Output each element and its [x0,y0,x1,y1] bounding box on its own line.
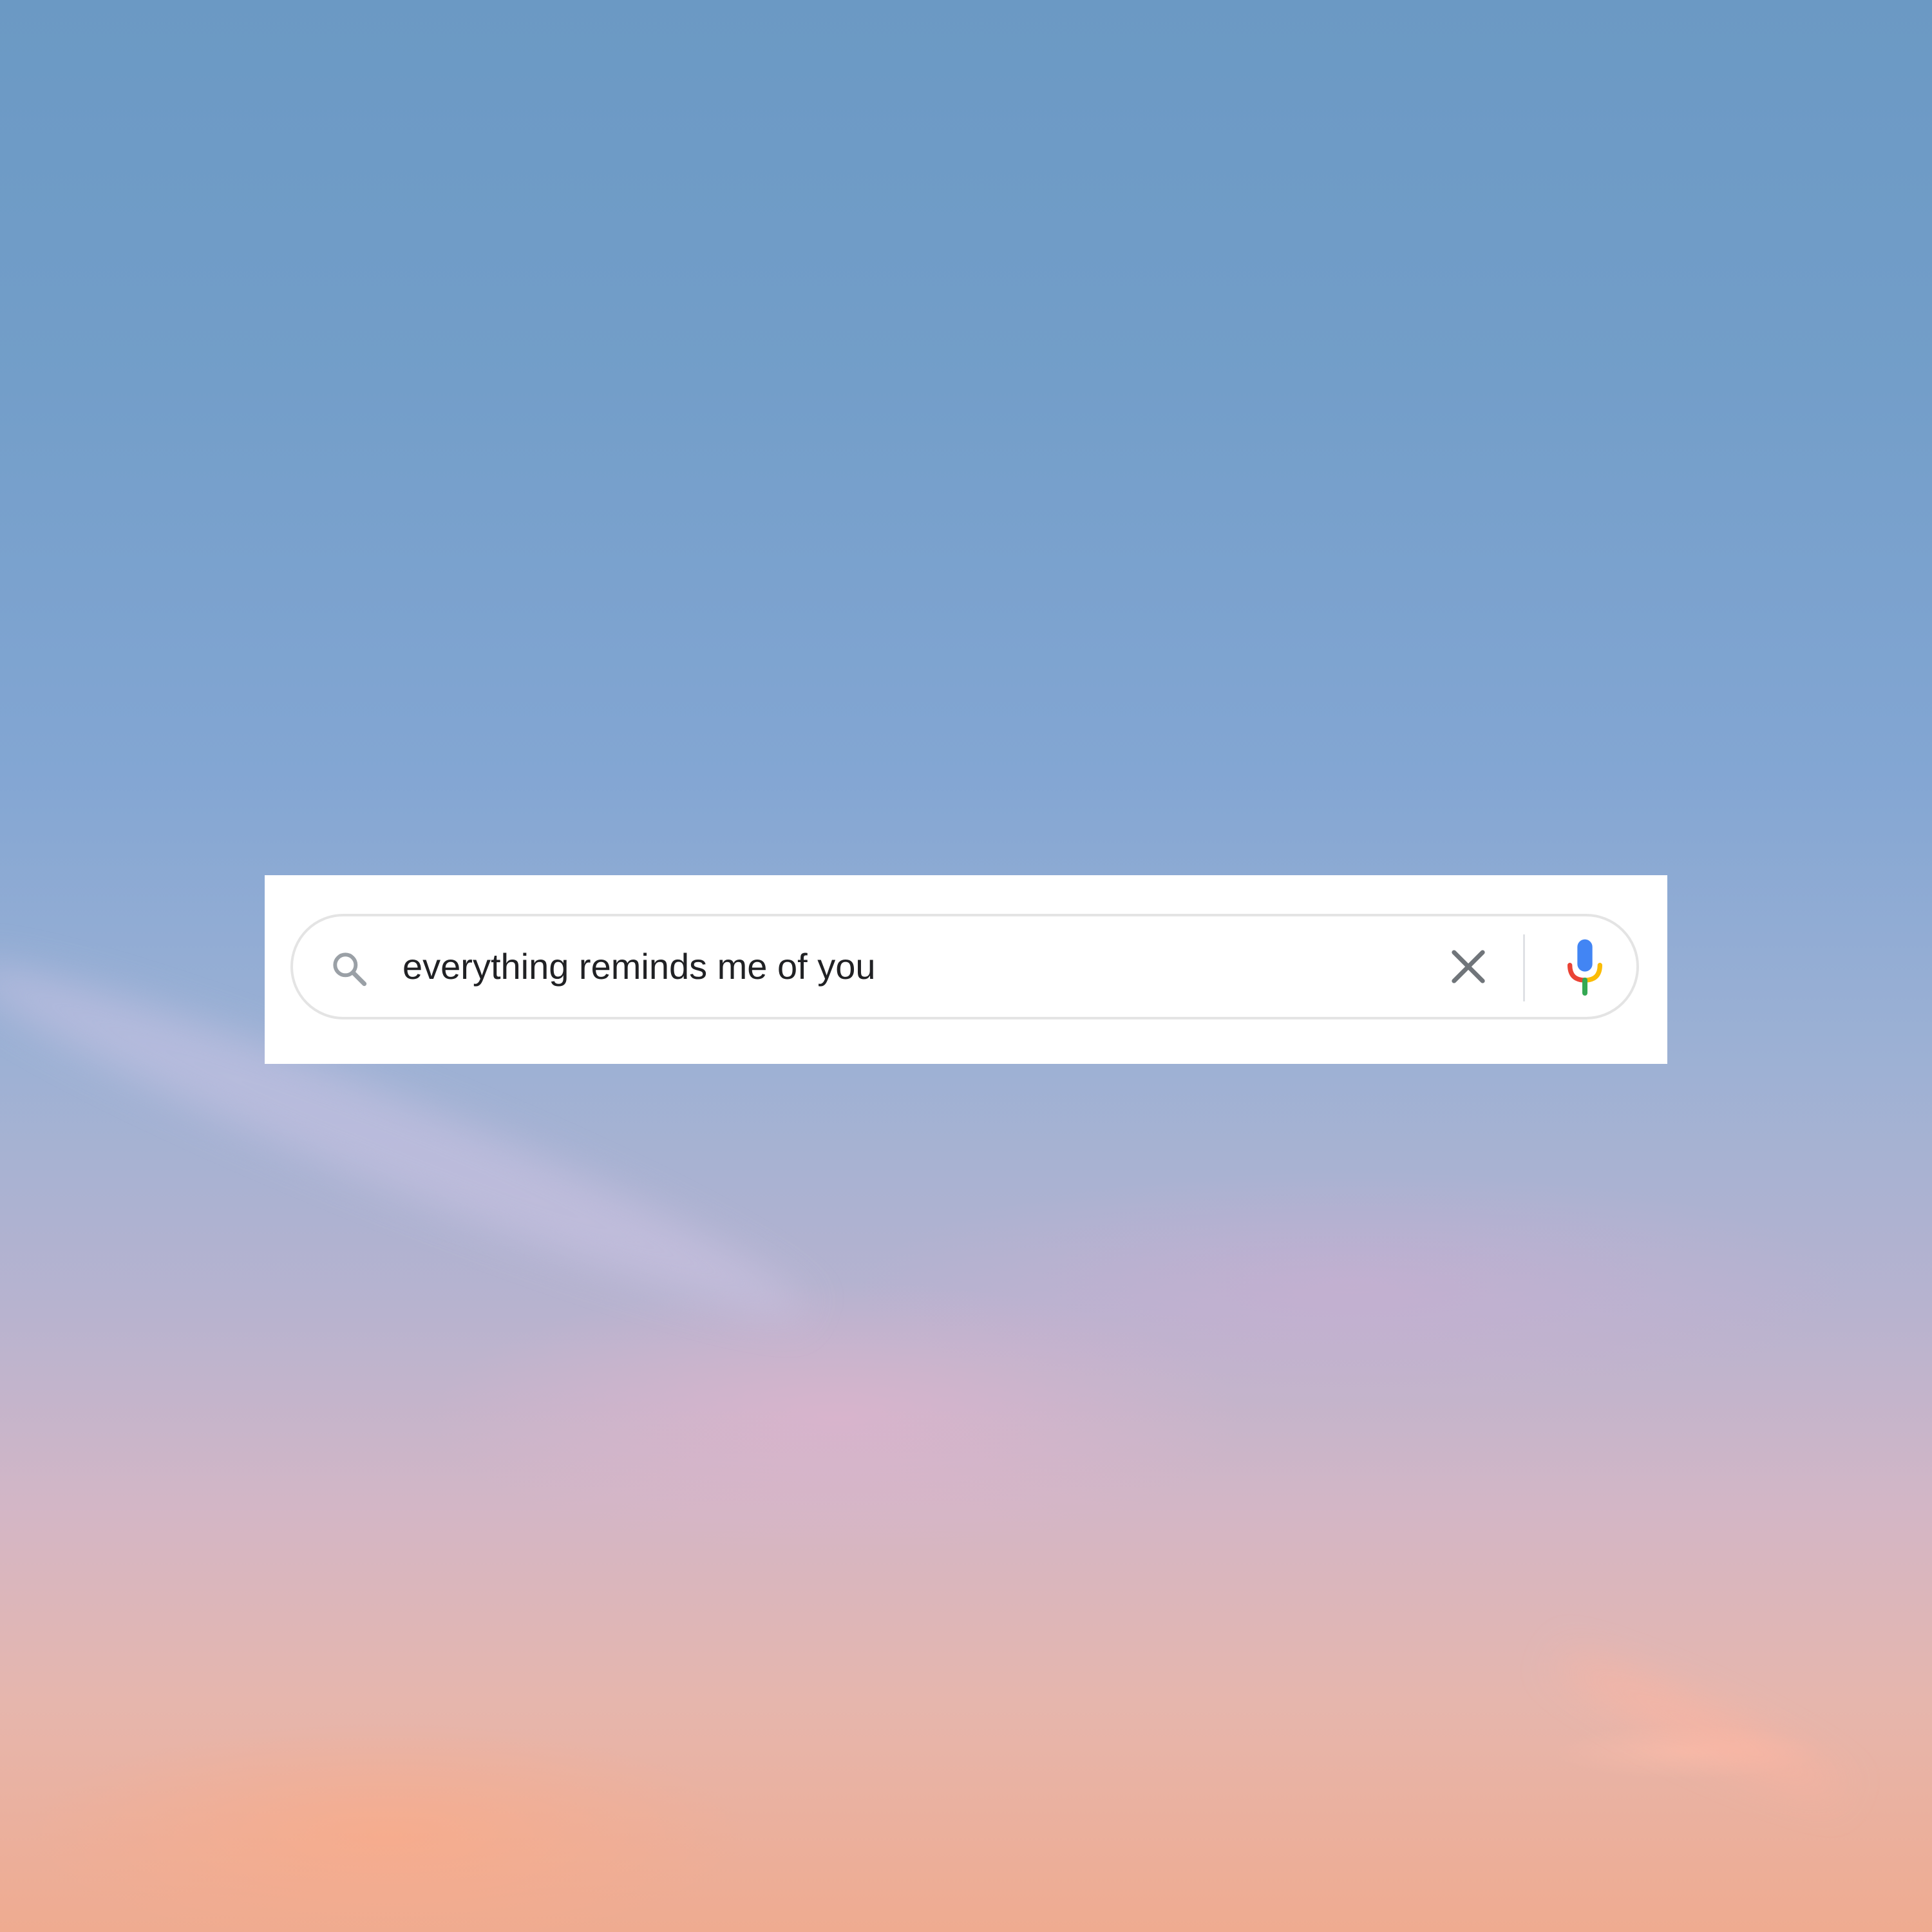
search-icon [329,949,370,990]
cloud-streak [1551,1643,1849,1809]
search-query-text[interactable]: everything reminds me of you [402,916,876,1017]
divider [1523,934,1525,1001]
search-panel: everything reminds me of you [265,875,1667,1064]
microphone-icon[interactable] [1559,937,1611,998]
search-input[interactable]: everything reminds me of you [290,914,1639,1019]
close-icon[interactable] [1444,942,1493,991]
